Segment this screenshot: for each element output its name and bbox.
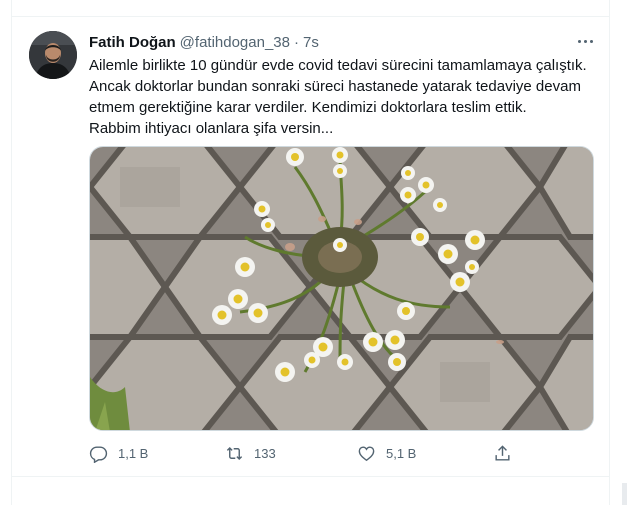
daisy-photo xyxy=(90,147,593,430)
header-separator: · xyxy=(294,33,299,51)
reply-count: 1,1 B xyxy=(118,445,149,461)
tweet-text-line: Ancak doktorlar bundan sonraki süreci ha… xyxy=(89,78,581,95)
next-tweet-edge xyxy=(12,476,609,506)
tweet-text-line: Rabbim ihtiyacı olanlara şifa versin... xyxy=(89,120,334,137)
tweet-text-line: Ailemle birlikte 10 gündür evde covid te… xyxy=(89,57,587,74)
share-button[interactable] xyxy=(493,441,512,465)
tweet-timestamp[interactable]: 7s xyxy=(303,34,319,51)
reply-button[interactable]: 1,1 B xyxy=(89,441,148,465)
author-handle[interactable]: @fatihdogan_38 xyxy=(180,34,290,51)
retweet-icon xyxy=(226,446,243,460)
tweet-header: Fatih Doğan @fatihdogan_38 · 7s xyxy=(89,32,319,52)
retweet-count: 133 xyxy=(254,445,276,461)
more-dot xyxy=(589,39,593,43)
tweet-photo[interactable] xyxy=(89,146,594,431)
more-dot xyxy=(583,39,587,43)
avatar[interactable] xyxy=(29,31,77,79)
more-dot xyxy=(577,39,581,43)
like-button[interactable]: 5,1 B xyxy=(357,441,416,465)
tweet-text-line: etmem gerektiğine karar verdiler. Kendim… xyxy=(89,99,527,116)
tweet-actions: 1,1 B 133 5,1 B xyxy=(89,441,519,465)
reply-icon xyxy=(89,445,108,463)
heart-icon xyxy=(358,445,375,461)
previous-tweet-edge xyxy=(12,0,609,17)
retweet-button[interactable]: 133 xyxy=(225,441,276,465)
tweet-text: Ailemle birlikte 10 gündür evde covid te… xyxy=(89,55,594,139)
more-icon[interactable] xyxy=(573,31,597,51)
author-name[interactable]: Fatih Doğan xyxy=(89,34,176,51)
like-count: 5,1 B xyxy=(386,445,417,461)
avatar-photo xyxy=(29,31,77,79)
scrollbar-edge xyxy=(622,483,627,505)
share-icon xyxy=(495,444,510,461)
